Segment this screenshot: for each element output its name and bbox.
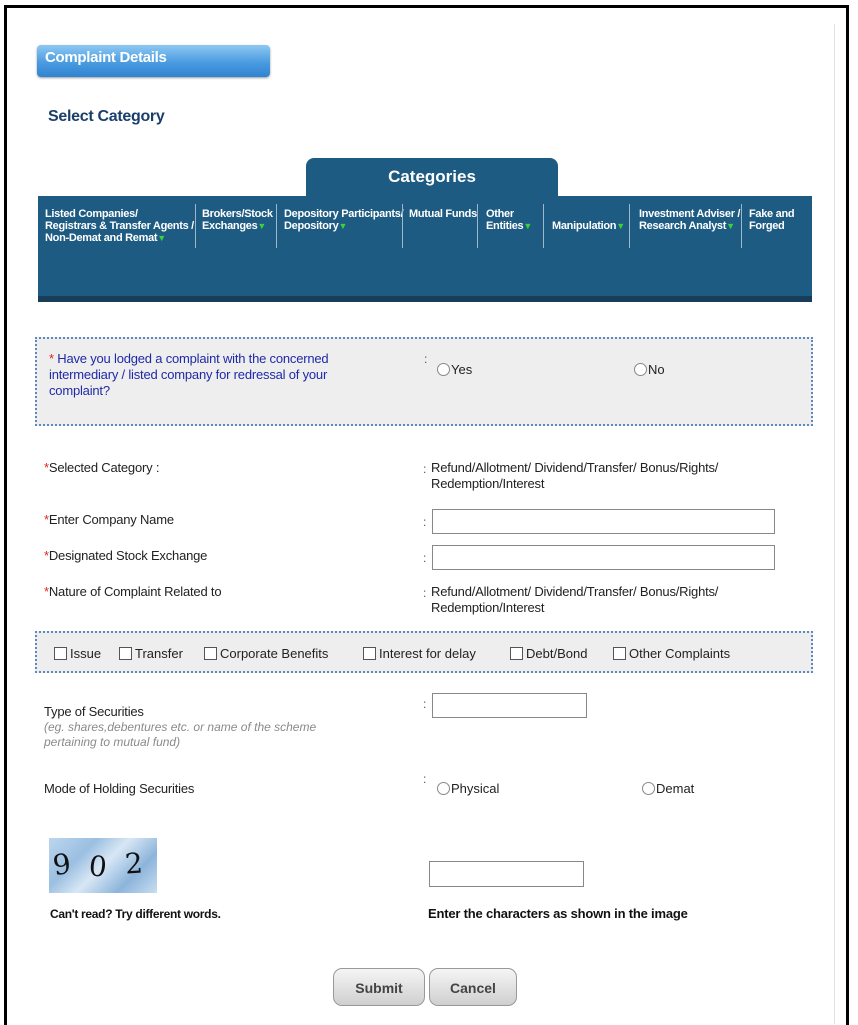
type-of-securities-hint: (eg. shares,debentures etc. or name of t…	[44, 720, 317, 749]
checkbox-icon[interactable]	[363, 647, 376, 660]
separator	[629, 204, 630, 248]
checkbox-transfer[interactable]: Transfer	[119, 646, 183, 661]
checkbox-icon[interactable]	[119, 647, 132, 660]
checkbox-issue[interactable]: Issue	[54, 646, 101, 661]
checkbox-interest-for-delay[interactable]: Interest for delay	[363, 646, 476, 661]
divider	[834, 24, 835, 1024]
type-of-securities-label: Type of Securities	[44, 704, 144, 719]
dropdown-arrow-icon: ▼	[338, 221, 348, 231]
separator	[276, 204, 277, 248]
categories-menu-bar: Listed Companies/ Registrars & Transfer …	[38, 196, 812, 302]
radio-physical[interactable]: Physical	[437, 781, 499, 796]
category-manipulation[interactable]: Manipulation▼	[552, 220, 625, 232]
complaint-type-options: Issue Transfer Corporate Benefits Intere…	[35, 631, 813, 673]
radio-demat[interactable]: Demat	[642, 781, 694, 796]
category-listed-companies[interactable]: Listed Companies/ Registrars & Transfer …	[45, 208, 194, 244]
category-investment-adviser[interactable]: Investment Adviser / Research Analyst▼	[639, 208, 740, 232]
nature-of-complaint-value: Refund/Allotment/ Dividend/Transfer/ Bon…	[431, 584, 719, 615]
select-category-heading: Select Category	[48, 108, 165, 125]
category-fake-and-forged[interactable]: Fake and Forged	[749, 208, 795, 232]
type-of-securities-input[interactable]	[432, 693, 587, 718]
category-other-entities[interactable]: Other Entities▼	[486, 208, 532, 232]
checkbox-corporate-benefits[interactable]: Corporate Benefits	[204, 646, 328, 661]
checkbox-icon[interactable]	[510, 647, 523, 660]
company-name-input[interactable]	[432, 509, 775, 534]
checkbox-icon[interactable]	[204, 647, 217, 660]
radio-no[interactable]: No	[634, 362, 665, 377]
radio-icon[interactable]	[437, 363, 450, 376]
category-depository[interactable]: Depository Participants/ Depository▼	[284, 208, 404, 232]
captcha-refresh-link[interactable]: Can't read? Try different words.	[50, 907, 221, 921]
radio-icon[interactable]	[634, 363, 647, 376]
category-brokers-stock-exchanges[interactable]: Brokers/Stock Exchanges▼	[202, 208, 273, 232]
separator	[195, 204, 196, 248]
stock-exchange-input[interactable]	[432, 545, 775, 570]
selected-category-label: *Selected Category :	[44, 460, 160, 475]
captcha-char: 0	[87, 849, 109, 884]
dropdown-arrow-icon: ▼	[257, 221, 266, 231]
radio-icon[interactable]	[437, 782, 450, 795]
captcha-image: 9 0 2	[49, 838, 157, 893]
question-text: * Have you lodged a complaint with the c…	[49, 351, 329, 398]
captcha-input[interactable]	[429, 861, 584, 887]
selected-category-value: Refund/Allotment/ Dividend/Transfer/ Bon…	[431, 460, 719, 491]
submit-button[interactable]: Submit	[333, 968, 425, 1006]
categories-tab: Categories	[306, 158, 558, 196]
cancel-button[interactable]: Cancel	[429, 968, 517, 1006]
stock-exchange-label: *Designated Stock Exchange	[44, 548, 208, 563]
checkbox-icon[interactable]	[54, 647, 67, 660]
nature-of-complaint-label: *Nature of Complaint Related to	[44, 584, 222, 599]
checkbox-icon[interactable]	[613, 647, 626, 660]
company-name-label: *Enter Company Name	[44, 512, 174, 527]
radio-yes[interactable]: Yes	[437, 362, 472, 377]
separator	[402, 204, 403, 248]
dropdown-arrow-icon: ▼	[157, 233, 166, 243]
checkbox-other-complaints[interactable]: Other Complaints	[613, 646, 730, 661]
lodged-complaint-question: * Have you lodged a complaint with the c…	[35, 337, 813, 426]
dropdown-arrow-icon: ▼	[523, 221, 532, 231]
radio-icon[interactable]	[642, 782, 655, 795]
captcha-instruction: Enter the characters as shown in the ima…	[428, 906, 688, 921]
captcha-char: 9	[50, 846, 74, 883]
dropdown-arrow-icon: ▼	[616, 221, 625, 231]
complaint-details-header: Complaint Details	[37, 45, 270, 77]
separator	[543, 204, 544, 248]
category-mutual-funds[interactable]: Mutual Funds	[409, 208, 477, 220]
separator	[477, 204, 478, 248]
separator	[741, 204, 742, 248]
dropdown-arrow-icon: ▼	[726, 221, 735, 231]
captcha-char: 2	[123, 846, 144, 881]
mode-of-holding-label: Mode of Holding Securities	[44, 781, 195, 796]
checkbox-debt-bond[interactable]: Debt/Bond	[510, 646, 587, 661]
